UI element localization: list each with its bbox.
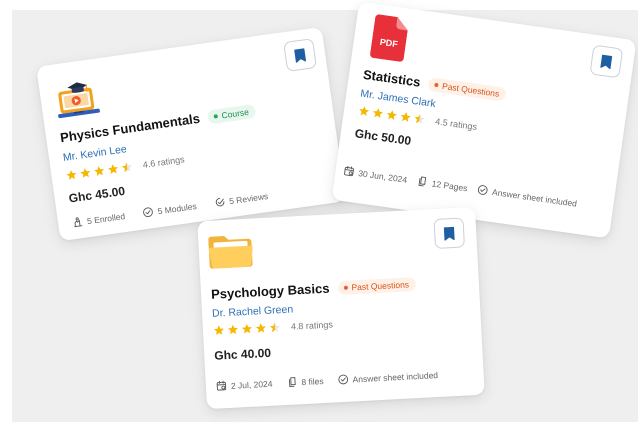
star-icon	[255, 322, 268, 335]
meta-text: 5 Modules	[156, 200, 198, 216]
bookmark-icon	[443, 225, 456, 241]
meta-text: 5 Enrolled	[86, 210, 126, 226]
meta-text: Answer sheet included	[352, 369, 439, 384]
star-half-icon	[120, 160, 134, 174]
category-badge: Past Questions	[427, 76, 508, 102]
meta-date: 2 Jul, 2024	[216, 378, 273, 392]
reviews-icon	[214, 196, 226, 208]
star-icon	[213, 324, 226, 337]
files-icon	[286, 376, 298, 388]
star-icon	[92, 164, 106, 178]
badge-label: Past Questions	[441, 80, 501, 99]
calendar-icon	[216, 380, 228, 392]
star-icon	[399, 110, 413, 124]
author-link[interactable]: Dr. Rachel Green	[212, 304, 294, 320]
bookmark-button[interactable]	[433, 217, 465, 249]
thumbnail	[208, 231, 254, 271]
meta-files: 8 files	[286, 375, 324, 388]
meta-reviews: 5 Reviews	[214, 190, 269, 208]
stage: Physics Fundamentals Course Mr. Kevin Le…	[0, 0, 638, 430]
rating-text: 4.5 ratings	[434, 116, 478, 133]
meta-text: 5 Reviews	[228, 190, 269, 206]
star-half-icon	[269, 321, 282, 334]
star-icon	[241, 323, 254, 336]
meta-text: Answer sheet included	[491, 186, 578, 209]
meta-answer-sheet: Answer sheet included	[477, 184, 578, 209]
rating-text: 4.8 ratings	[290, 319, 334, 332]
thumbnail	[53, 76, 106, 122]
course-title[interactable]: Statistics	[362, 67, 421, 90]
meta-modules: 5 Modules	[142, 200, 197, 218]
calendar-icon	[343, 165, 355, 177]
enrolled-icon	[71, 216, 83, 228]
thumbnail: PDF	[370, 14, 410, 62]
bookmark-button[interactable]	[589, 44, 624, 79]
meta-text: 12 Pages	[431, 177, 469, 193]
price: Ghc 45.00	[67, 183, 126, 206]
badge-dot	[434, 82, 439, 87]
star-icon	[79, 166, 93, 180]
meta-text: 2 Jul, 2024	[230, 378, 273, 391]
star-icon	[357, 104, 371, 118]
meta-pages: 12 Pages	[416, 175, 468, 193]
course-title[interactable]: Psychology Basics	[211, 281, 330, 302]
answer-sheet-icon	[337, 374, 349, 386]
past-question-card[interactable]: Psychology Basics Past Questions Dr. Rac…	[197, 206, 485, 410]
badge-dot	[343, 285, 348, 290]
meta-text: 8 files	[301, 375, 324, 387]
bookmark-icon	[293, 47, 307, 64]
bookmark-button[interactable]	[283, 38, 318, 72]
folder-icon	[208, 236, 253, 269]
meta-text: 30 Jun, 2024	[357, 167, 408, 185]
meta-date: 30 Jun, 2024	[343, 165, 408, 185]
meta-enrolled: 5 Enrolled	[71, 210, 126, 228]
past-question-card[interactable]: PDF Statistics Past Questions Mr. James …	[331, 1, 637, 239]
pages-icon	[416, 175, 428, 187]
badge-label: Course	[220, 106, 250, 121]
laptop-graduation-icon	[58, 82, 100, 119]
price: Ghc 50.00	[353, 126, 413, 148]
meta-answer-sheet: Answer sheet included	[337, 369, 438, 385]
bookmark-icon	[599, 53, 613, 70]
star-icon	[371, 106, 385, 120]
badge-label: Past Questions	[351, 278, 410, 292]
category-badge: Past Questions	[337, 276, 417, 295]
star-icon	[385, 108, 399, 122]
modules-icon	[142, 206, 154, 218]
badge-dot	[213, 113, 218, 119]
star-icon	[106, 162, 120, 176]
category-badge: Course	[206, 103, 257, 124]
price: Ghc 40.00	[213, 345, 272, 363]
star-icon	[227, 323, 240, 336]
star-icon	[65, 168, 79, 182]
star-half-icon	[413, 112, 427, 126]
author-link[interactable]: Mr. Kevin Lee	[62, 143, 127, 164]
rating-text: 4.6 ratings	[142, 154, 186, 170]
answer-sheet-icon	[477, 184, 489, 196]
